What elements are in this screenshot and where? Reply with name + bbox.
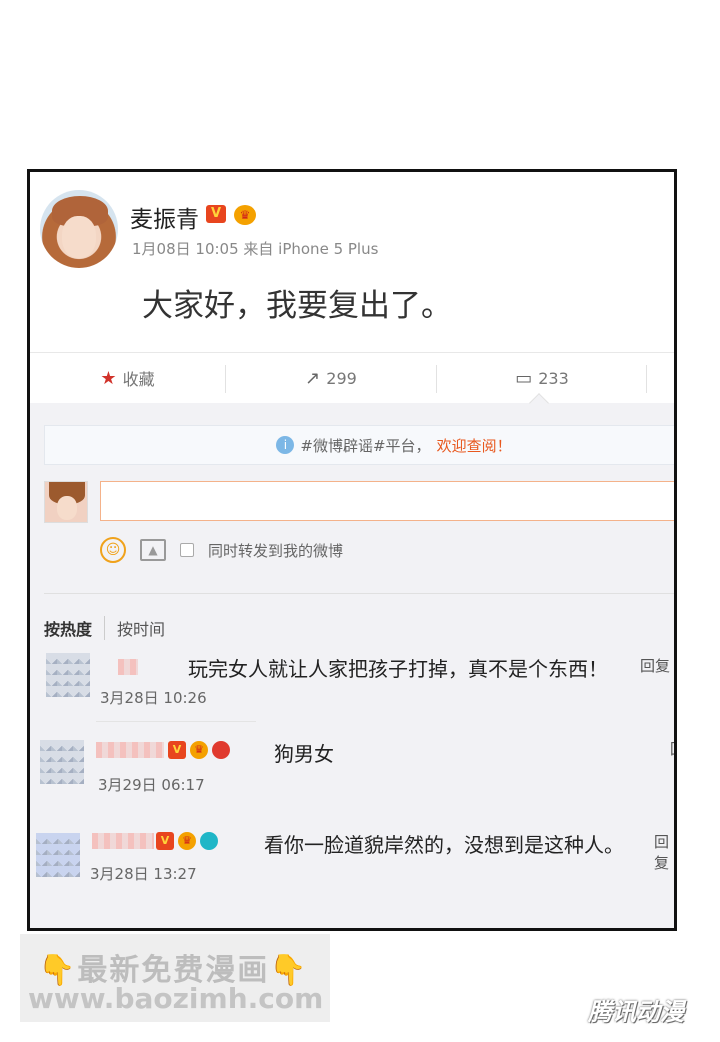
comment-item: V ♛ 看你一脸道貌岸然的，没想到是这种人。 3月28日 13:27 回复: [30, 829, 674, 909]
comment-divider: [96, 721, 256, 722]
repost-icon: ↗: [305, 367, 321, 389]
comment-text: 玩完女人就让人家把孩子打掉，真不是个东西！: [188, 657, 608, 681]
crown-icon: ♛: [190, 741, 208, 759]
info-icon: i: [276, 436, 295, 454]
comment-input[interactable]: [100, 481, 674, 521]
comment-time: 3月28日 13:27: [90, 865, 197, 883]
notice-link[interactable]: 欢迎查阅！: [437, 435, 512, 456]
commenter-avatar[interactable]: [36, 833, 80, 877]
commenter-avatar[interactable]: [40, 740, 84, 784]
favorite-button[interactable]: ★ 收藏: [30, 353, 225, 403]
repost-option-label: 同时转发到我的微博: [208, 541, 344, 560]
favorite-label: 收藏: [122, 370, 155, 389]
avatar-face: [62, 216, 96, 258]
commenter-name-blurred[interactable]: [118, 659, 138, 675]
comment-icon: ▭: [515, 367, 533, 389]
sort-tabs: 按热度 按时间: [44, 616, 165, 640]
picture-icon[interactable]: ▲: [140, 539, 166, 561]
red-badge-icon: [212, 741, 230, 759]
crown-icon: ♛: [234, 205, 256, 225]
comment-time: 3月28日 10:26: [100, 689, 207, 707]
author-avatar[interactable]: [40, 190, 118, 268]
avatar-face: [57, 496, 77, 520]
post-content: 大家好，我要复出了。: [142, 288, 452, 324]
current-user-avatar: [44, 481, 88, 523]
weibo-post-panel: 麦振青 V ♛ 1月08日 10:05 来自 iPhone 5 Plus 大家好…: [27, 169, 677, 931]
comment-item: V ♛ 狗男女 3月29日 06:17 回: [30, 738, 674, 818]
reply-link[interactable]: 回: [670, 738, 674, 759]
toolbar-separator: [646, 365, 647, 393]
comment-text: 看你一脸道貌岸然的，没想到是这种人。: [264, 833, 624, 857]
emoji-icon[interactable]: ☺: [100, 537, 126, 563]
repost-checkbox[interactable]: [180, 543, 194, 557]
star-icon: ★: [100, 367, 117, 389]
repost-button[interactable]: ↗ 299: [226, 353, 436, 403]
reply-link[interactable]: 回复: [640, 655, 670, 676]
post-meta: 1月08日 10:05 来自 iPhone 5 Plus: [132, 240, 379, 258]
watermark-url: www.baozimh.com: [28, 982, 324, 1015]
reply-link[interactable]: 回复: [654, 831, 674, 873]
sort-by-time-tab[interactable]: 按时间: [104, 616, 165, 640]
sort-by-hot-tab[interactable]: 按热度: [44, 616, 92, 640]
author-name[interactable]: 麦振青: [130, 200, 199, 234]
repost-count: 299: [326, 368, 357, 388]
divider: [44, 593, 674, 594]
commenter-name-blurred[interactable]: [96, 742, 164, 758]
comment-item: 玩完女人就让人家把孩子打掉，真不是个东西！ 3月28日 10:26 回复: [30, 651, 674, 731]
comment-text: 狗男女: [274, 742, 334, 766]
verified-v-icon: V: [156, 832, 174, 850]
comment-section: i #微博辟谣#平台， 欢迎查阅！ ☺ ▲ 同时转发到我的微博 按热度 按时间 …: [30, 403, 674, 928]
verified-v-icon: V: [168, 741, 186, 759]
post-card: 麦振青 V ♛ 1月08日 10:05 来自 iPhone 5 Plus 大家好…: [30, 172, 674, 352]
crown-icon: ♛: [178, 832, 196, 850]
post-toolbar: ★ 收藏 ↗ 299 ▭ 233: [30, 352, 674, 402]
comment-time: 3月29日 06:17: [98, 776, 205, 794]
comment-count: 233: [538, 368, 569, 388]
tencent-comics-logo: 腾讯动漫: [588, 998, 684, 1026]
compose-tools: ☺ ▲ 同时转发到我的微博: [100, 537, 343, 563]
camera-icon: [200, 832, 218, 850]
commenter-name-blurred[interactable]: [92, 833, 154, 849]
rumor-notice[interactable]: i #微博辟谣#平台， 欢迎查阅！: [44, 425, 674, 465]
commenter-avatar[interactable]: [46, 653, 90, 697]
notice-text: #微博辟谣#平台，: [300, 436, 431, 455]
verified-v-icon: V: [206, 205, 226, 223]
